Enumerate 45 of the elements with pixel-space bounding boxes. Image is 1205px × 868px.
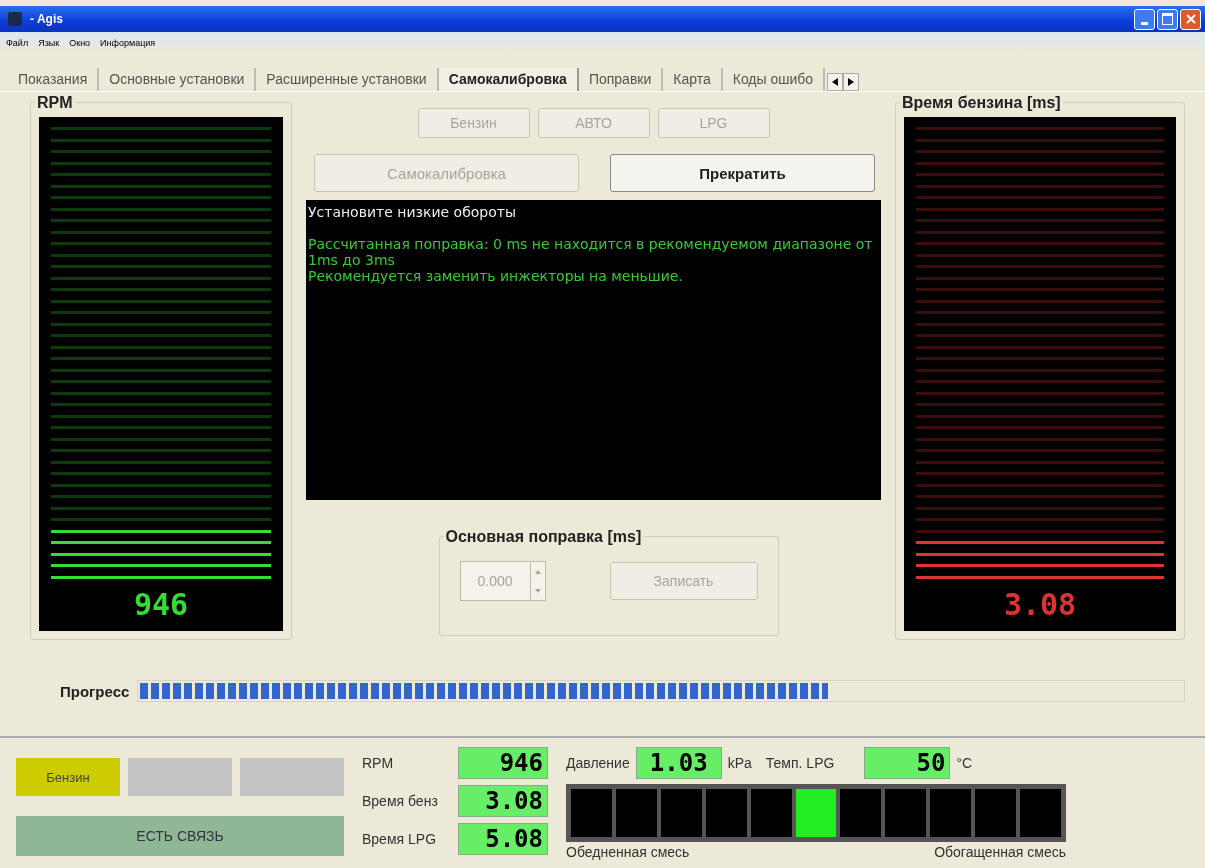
gauge-reading: 946 [132, 586, 190, 624]
tab[interactable]: Самокалибровка [438, 68, 579, 91]
minimize-button[interactable] [1134, 8, 1155, 30]
menu-item[interactable]: Файл [6, 38, 29, 48]
tab[interactable]: Поправки [578, 68, 664, 91]
right-arrow-icon [848, 78, 855, 86]
gauge-reading: 3.08 [1002, 586, 1078, 624]
reading-value: 5.08 [458, 823, 548, 855]
tab[interactable]: Коды ошибо [722, 68, 826, 91]
reading-value: 946 [458, 747, 548, 779]
window-title: - Agis [30, 12, 63, 26]
pressure-label: Давление [566, 755, 630, 771]
rich-mixture-label: Обогащенная смесь [934, 844, 1066, 860]
pressure-unit: kPa [727, 755, 752, 771]
tab[interactable]: Карта [663, 68, 723, 91]
connection-status: ЕСТЬ СВЯЗЬ [16, 816, 344, 856]
maximize-button[interactable] [1157, 8, 1178, 30]
lean-mixture-label: Обедненная смесь [566, 844, 690, 860]
tab-scroll-right-button[interactable] [843, 73, 860, 91]
reading-label: Время LPG [362, 831, 438, 847]
tab-scroll-left-button[interactable] [827, 73, 844, 91]
temperature-unit: °C [956, 755, 973, 771]
gauge-title: Время бензина [ms] [900, 94, 1063, 112]
log-line: Рассчитанная поправка: 0 ms не находится в рекомендуемом диапазоне от 1ms до 3ms [308, 236, 874, 268]
log-line: Рекомендуется заменить инжекторы на меньшие. [308, 268, 684, 284]
reading-label: RPM [362, 755, 395, 771]
menu-item[interactable]: Окно [69, 38, 91, 48]
close-button[interactable] [1180, 8, 1201, 30]
menu-item[interactable]: Язык [38, 38, 60, 48]
close-icon [1184, 13, 1197, 25]
reading-value: 3.08 [458, 785, 548, 817]
tab[interactable]: Показания [8, 68, 100, 91]
correction-title: Основная поправка [ms] [443, 528, 644, 546]
app-icon [8, 12, 22, 26]
tab[interactable]: Основные установки [99, 68, 257, 91]
temperature-value: 50 [864, 747, 951, 779]
progress-label: Прогресс [60, 682, 130, 700]
left-arrow-icon [832, 78, 839, 86]
fuel-indicator: Бензин [16, 758, 120, 796]
reading-label: Время бенз [362, 793, 439, 809]
pressure-value: 1.03 [635, 747, 722, 779]
stop-button[interactable]: Прекратить [610, 154, 875, 192]
menu-item[interactable]: Информация [100, 38, 156, 48]
temperature-label: Темп. LPG [765, 755, 835, 771]
log-line: Установите низкие обороты [308, 204, 517, 220]
